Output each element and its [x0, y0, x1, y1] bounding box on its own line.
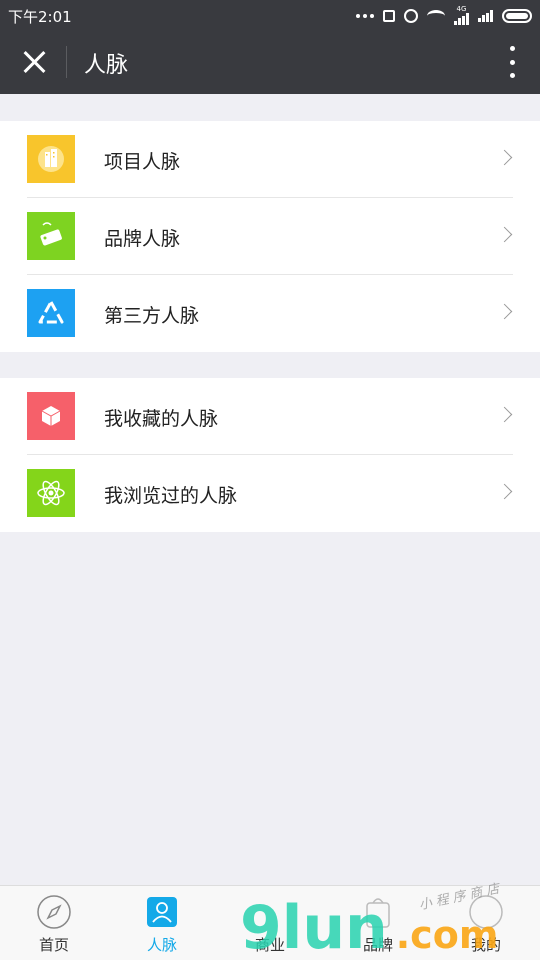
- wifi-icon: [427, 9, 445, 22]
- nav-divider: [66, 46, 67, 78]
- sale-tag-icon: [27, 212, 75, 260]
- signal-icon-1: [454, 13, 469, 25]
- list-item-label: 品牌人脉: [104, 228, 181, 250]
- atom-icon: [27, 469, 75, 517]
- list-item-label: 我收藏的人脉: [104, 408, 219, 430]
- chevron-right-icon: [496, 226, 513, 243]
- page-title: 人脉: [84, 53, 129, 78]
- chevron-right-icon: [496, 149, 513, 166]
- tab-business[interactable]: 商业: [216, 886, 324, 960]
- bottom-tab-bar: 首页 人脉 商业 品牌 我的: [0, 885, 540, 960]
- status-icons: 4G: [356, 6, 532, 25]
- contacts-icon: [144, 894, 180, 930]
- tab-label: 商业: [254, 936, 285, 954]
- tab-label: 首页: [38, 936, 69, 954]
- profile-icon: [468, 894, 504, 930]
- tab-contacts[interactable]: 人脉: [108, 886, 216, 960]
- tab-label: 品牌: [362, 936, 393, 954]
- network-type-label: 4G: [454, 6, 469, 25]
- nav-bar: 人脉: [0, 30, 540, 94]
- list-item-label: 我浏览过的人脉: [104, 485, 238, 507]
- my-contacts-group: 我收藏的人脉 我浏览过的人脉: [0, 378, 540, 532]
- building-icon: [27, 135, 75, 183]
- brand-icon: [360, 894, 396, 930]
- tab-brand[interactable]: 品牌: [324, 886, 432, 960]
- alarm-icon: [404, 8, 418, 23]
- more-options-button[interactable]: [506, 46, 518, 78]
- chevron-right-icon: [496, 303, 513, 320]
- status-bar: 下午2:01 4G: [0, 0, 540, 30]
- close-button[interactable]: [14, 42, 54, 82]
- business-icon: [252, 894, 288, 930]
- list-item-project-contacts[interactable]: 项目人脉: [0, 121, 540, 198]
- screen-rotate-icon: [383, 9, 395, 22]
- list-item-viewed-contacts[interactable]: 我浏览过的人脉: [0, 455, 540, 532]
- list-item-saved-contacts[interactable]: 我收藏的人脉: [0, 378, 540, 455]
- list-item-brand-contacts[interactable]: 品牌人脉: [0, 198, 540, 275]
- tab-label: 人脉: [146, 936, 177, 954]
- list-item-label: 项目人脉: [104, 151, 181, 173]
- list-item-third-party-contacts[interactable]: 第三方人脉: [0, 275, 540, 352]
- chevron-right-icon: [496, 483, 513, 500]
- tab-label: 我的: [470, 936, 501, 954]
- status-time: 下午2:01: [8, 8, 72, 26]
- chevron-right-icon: [496, 406, 513, 423]
- cube-icon: [27, 392, 75, 440]
- tab-home[interactable]: 首页: [0, 886, 108, 960]
- battery-icon: [502, 8, 532, 23]
- compass-icon: [36, 894, 72, 930]
- recycle-triangle-icon: [27, 289, 75, 337]
- tab-profile[interactable]: 我的: [432, 886, 540, 960]
- signal-icon-2: [478, 9, 493, 22]
- contacts-category-group: 项目人脉 品牌人脉 第三方人脉: [0, 121, 540, 352]
- list-item-label: 第三方人脉: [104, 305, 200, 327]
- more-notifications-icon: [356, 13, 374, 18]
